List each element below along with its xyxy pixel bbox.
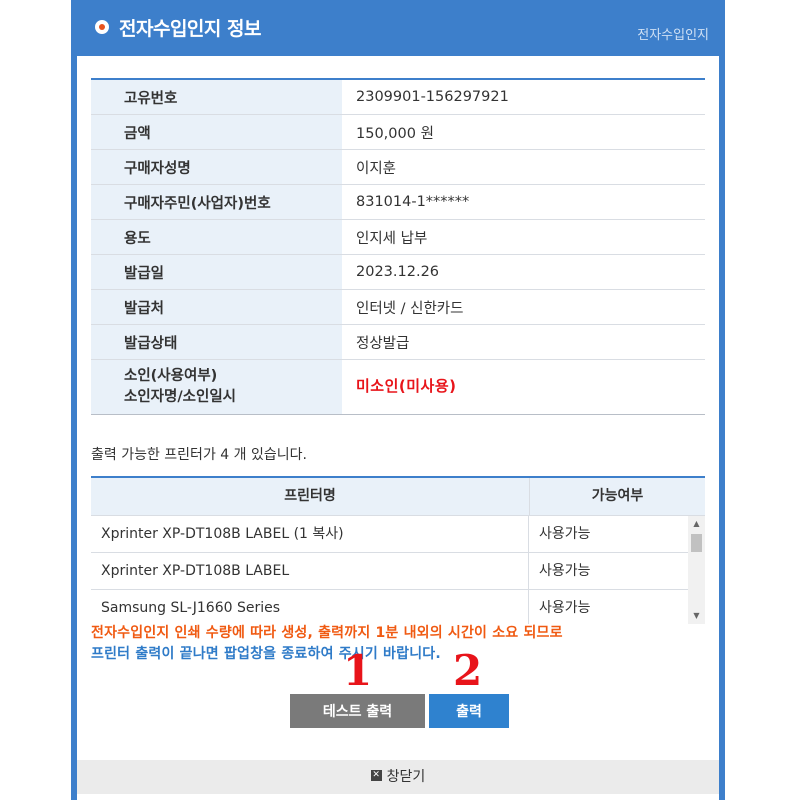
- info-value: 인터넷 / 신한카드: [342, 289, 705, 325]
- annotation-number-2: 2: [453, 646, 483, 695]
- printer-list-scrollbar[interactable]: ▲ ▼: [688, 516, 705, 624]
- info-label: 발급일: [91, 254, 342, 290]
- bullet-icon: [95, 20, 109, 34]
- printer-list-header: 프린터명 가능여부: [91, 478, 705, 516]
- info-value: 831014-1******: [342, 184, 705, 220]
- info-label: 고유번호: [91, 79, 342, 115]
- printer-status: 사용가능: [539, 526, 591, 542]
- printer-count-text: 출력 가능한 프린터가 4 개 있습니다.: [91, 447, 307, 463]
- info-label: 발급상태: [91, 324, 342, 360]
- close-window-label: 창닫기: [386, 769, 426, 785]
- printer-list: 프린터명 가능여부 Xprinter XP-DT108B LABEL (1 복사…: [91, 476, 705, 624]
- scroll-up-arrow-icon[interactable]: ▲: [688, 516, 705, 532]
- info-label: 구매자성명: [91, 149, 342, 185]
- usage-value-cell: 미소인(미사용): [342, 359, 705, 415]
- table-row: 구매자성명 이지훈: [91, 149, 705, 185]
- table-row-usage: 소인(사용여부) 소인자명/소인일시 미소인(미사용): [91, 359, 705, 415]
- column-header-printer: 프린터명: [91, 478, 530, 515]
- close-icon: ✕: [370, 770, 382, 781]
- info-value: 인지세 납부: [342, 219, 705, 255]
- info-label: 구매자주민(사업자)번호: [91, 184, 342, 220]
- info-label: 용도: [91, 219, 342, 255]
- notice-line-1: 전자수입인지 인쇄 수량에 따라 생성, 출력까지 1분 내외의 시간이 소요 …: [91, 625, 563, 641]
- notice-line-2: 프린터 출력이 끝나면 팝업창을 종료하여 주시기 바랍니다.: [91, 646, 441, 662]
- table-row: 발급일 2023.12.26: [91, 254, 705, 290]
- info-label: 발급처: [91, 289, 342, 325]
- printer-row[interactable]: Xprinter XP-DT108B LABEL (1 복사) 사용가능: [91, 516, 705, 553]
- title-bar: 전자수입인지 정보 전자수입인지: [71, 0, 725, 56]
- table-row: 발급처 인터넷 / 신한카드: [91, 289, 705, 325]
- usage-label-line2: 소인자명/소인일시: [124, 389, 237, 405]
- usage-label-line1: 소인(사용여부): [124, 368, 218, 384]
- close-window-bar[interactable]: ✕ 창닫기: [77, 760, 719, 794]
- usage-status-value: 미소인(미사용): [356, 377, 457, 395]
- popup-window: 전자수입인지 정보 전자수입인지 고유번호 2309901-156297921 금…: [71, 0, 725, 800]
- info-value: 2309901-156297921: [342, 79, 705, 115]
- printer-list-body[interactable]: Xprinter XP-DT108B LABEL (1 복사) 사용가능 Xpr…: [91, 516, 705, 624]
- content-area: 고유번호 2309901-156297921 금액 150,000 원 구매자성명 이…: [77, 56, 719, 800]
- printer-row[interactable]: Samsung SL-J1660 Series 사용가능: [91, 590, 705, 624]
- printer-name: Samsung SL-J1660 Series: [91, 590, 529, 624]
- table-row: 고유번호 2309901-156297921: [91, 79, 705, 115]
- info-value: 정상발급: [342, 324, 705, 360]
- printer-name: Xprinter XP-DT108B LABEL: [91, 553, 529, 589]
- printer-status: 사용가능: [539, 563, 591, 579]
- info-value: 이지훈: [342, 149, 705, 185]
- table-row: 발급상태 정상발급: [91, 324, 705, 360]
- annotation-number-1: 1: [343, 646, 373, 695]
- test-print-button[interactable]: 테스트 출력: [290, 694, 425, 728]
- printer-status: 사용가능: [539, 600, 591, 616]
- title-right-label: 전자수입인지: [637, 28, 709, 43]
- info-value: 2023.12.26: [342, 254, 705, 290]
- table-row: 구매자주민(사업자)번호 831014-1******: [91, 184, 705, 220]
- page-title: 전자수입인지 정보: [119, 18, 261, 40]
- column-header-availability: 가능여부: [591, 488, 644, 504]
- stamp-info-table: 고유번호 2309901-156297921 금액 150,000 원 구매자성명 이…: [91, 78, 705, 415]
- scroll-down-arrow-icon[interactable]: ▼: [688, 608, 705, 624]
- printer-name: Xprinter XP-DT108B LABEL (1 복사): [91, 516, 529, 552]
- printer-row[interactable]: Xprinter XP-DT108B LABEL 사용가능: [91, 553, 705, 590]
- scrollbar-thumb[interactable]: [691, 534, 702, 552]
- usage-label: 소인(사용여부) 소인자명/소인일시: [91, 359, 342, 415]
- info-value: 150,000 원: [342, 114, 705, 150]
- info-label: 금액: [91, 114, 342, 150]
- table-row: 금액 150,000 원: [91, 114, 705, 150]
- table-row: 용도 인지세 납부: [91, 219, 705, 255]
- print-button[interactable]: 출력: [429, 694, 509, 728]
